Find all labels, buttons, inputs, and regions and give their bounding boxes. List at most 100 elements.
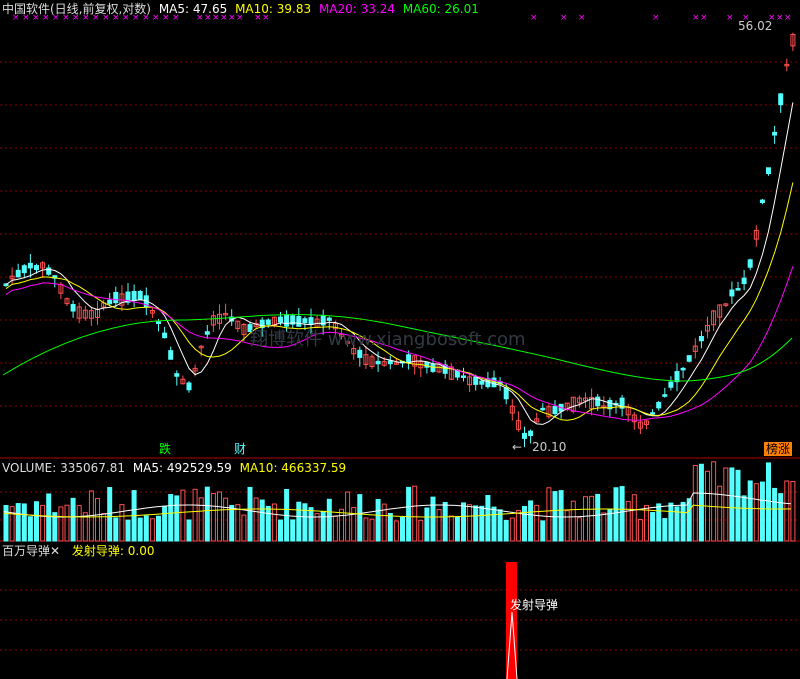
candle-body xyxy=(137,291,143,301)
candle-body xyxy=(595,396,601,407)
candle-body xyxy=(34,265,39,271)
candle-body xyxy=(156,321,161,324)
badge-cai: 财 xyxy=(234,442,247,456)
high-price-label: 56.02 xyxy=(738,19,773,33)
volume-bar xyxy=(595,493,601,542)
volume-bar xyxy=(326,498,332,542)
volume-bar xyxy=(759,481,765,542)
volume-bar xyxy=(692,464,698,542)
volume-bar xyxy=(656,503,662,542)
candle-body xyxy=(107,299,113,305)
volume-bar xyxy=(40,504,46,542)
candle-body xyxy=(15,269,21,278)
volume-bar xyxy=(778,493,784,542)
candle-body xyxy=(650,412,656,415)
volume-bar xyxy=(650,512,656,542)
volume-bar xyxy=(320,510,326,542)
volume-bar xyxy=(473,505,479,542)
volume-bar xyxy=(149,518,155,542)
candle-body xyxy=(204,331,210,335)
volume-bar xyxy=(784,480,790,542)
buy-mark-icon: × xyxy=(692,13,700,23)
volume-bar xyxy=(711,461,717,542)
buy-mark-icon: × xyxy=(530,13,538,23)
candle-body xyxy=(528,430,534,437)
candle-body xyxy=(552,405,558,415)
volume-bar xyxy=(46,493,52,542)
indicator-close-icon[interactable]: ✕ xyxy=(50,544,60,558)
ma60-value: MA60: 26.01 xyxy=(402,2,479,16)
candle-body xyxy=(326,317,332,321)
candle-body xyxy=(698,336,704,342)
indicator-name: 百万导弹 xyxy=(2,544,51,558)
volume-bar xyxy=(168,494,174,542)
volume-bar xyxy=(9,506,15,542)
candle-body xyxy=(70,304,76,312)
candle-body xyxy=(680,367,686,371)
volume-bar xyxy=(137,517,143,542)
volume-bar xyxy=(589,495,595,542)
volume-bar xyxy=(461,502,466,542)
candle-body xyxy=(27,262,33,269)
volume-bar xyxy=(357,494,363,542)
badge-down: 跌 xyxy=(159,442,172,456)
volume-bar xyxy=(21,503,27,542)
volume-bar xyxy=(369,518,375,542)
volume-bar xyxy=(522,506,527,542)
volume-bar xyxy=(576,517,582,542)
volume-bar xyxy=(790,481,796,542)
indicator-header: 百万导弹✕ 发射导弹: 0.00 xyxy=(2,544,158,558)
volume-bar xyxy=(534,504,540,542)
buy-mark-icon: × xyxy=(652,13,660,23)
candle-body xyxy=(668,381,674,388)
volume-ma5: MA5: 492529.59 xyxy=(132,461,232,475)
volume-bar xyxy=(247,486,253,542)
volume-bar xyxy=(680,501,686,542)
volume-bar xyxy=(339,508,344,542)
volume-bar xyxy=(27,516,33,542)
ma20-value: MA20: 33.24 xyxy=(318,2,395,16)
volume-bar xyxy=(375,499,381,542)
volume-bar xyxy=(735,469,741,542)
volume-bar xyxy=(528,500,534,542)
volume-bar xyxy=(204,486,210,542)
candle-body xyxy=(265,319,271,325)
candle-body xyxy=(406,354,412,364)
volume-bar xyxy=(644,505,649,542)
buy-mark-icon: × xyxy=(784,13,792,23)
volume-bar xyxy=(296,501,302,542)
volume-bar xyxy=(387,512,393,542)
volume-bar xyxy=(430,496,436,542)
buy-mark-icon: × xyxy=(776,13,784,23)
volume-bar xyxy=(253,497,259,542)
volume-bar xyxy=(766,462,771,542)
buy-mark-icon: × xyxy=(700,13,708,23)
low-arrow-icon: ← xyxy=(512,440,523,454)
volume-bar xyxy=(314,513,320,542)
volume-bar xyxy=(546,487,552,542)
volume-bar xyxy=(698,463,704,542)
candle-body xyxy=(686,355,692,362)
volume-bar xyxy=(412,485,418,542)
volume-bar xyxy=(235,504,241,542)
ma10-value: MA10: 39.83 xyxy=(235,2,312,16)
volume-bar xyxy=(723,467,729,542)
volume-bar xyxy=(302,503,308,542)
volume-bar xyxy=(637,518,643,542)
candle-body xyxy=(46,267,52,275)
signal-label: 发射导弹 xyxy=(510,598,559,612)
volume-bar xyxy=(345,491,351,542)
volume-bar xyxy=(143,515,149,542)
watermark: 翔博软件 www.xiangbosoft.com xyxy=(250,329,526,350)
volume-header: VOLUME: 335067.81 MA5: 492529.59 MA10: 4… xyxy=(2,461,350,475)
candle-body xyxy=(473,376,479,385)
volume-bar xyxy=(631,494,637,542)
volume-bar xyxy=(509,517,515,542)
candle-body xyxy=(278,316,283,323)
volume-bar xyxy=(156,515,161,542)
volume-bar xyxy=(406,486,412,542)
volume-bar xyxy=(601,512,607,542)
volume-bar xyxy=(479,505,485,542)
stock-title: 中国软件(日线,前复权,对数) xyxy=(2,2,151,16)
volume-bar xyxy=(186,519,192,542)
